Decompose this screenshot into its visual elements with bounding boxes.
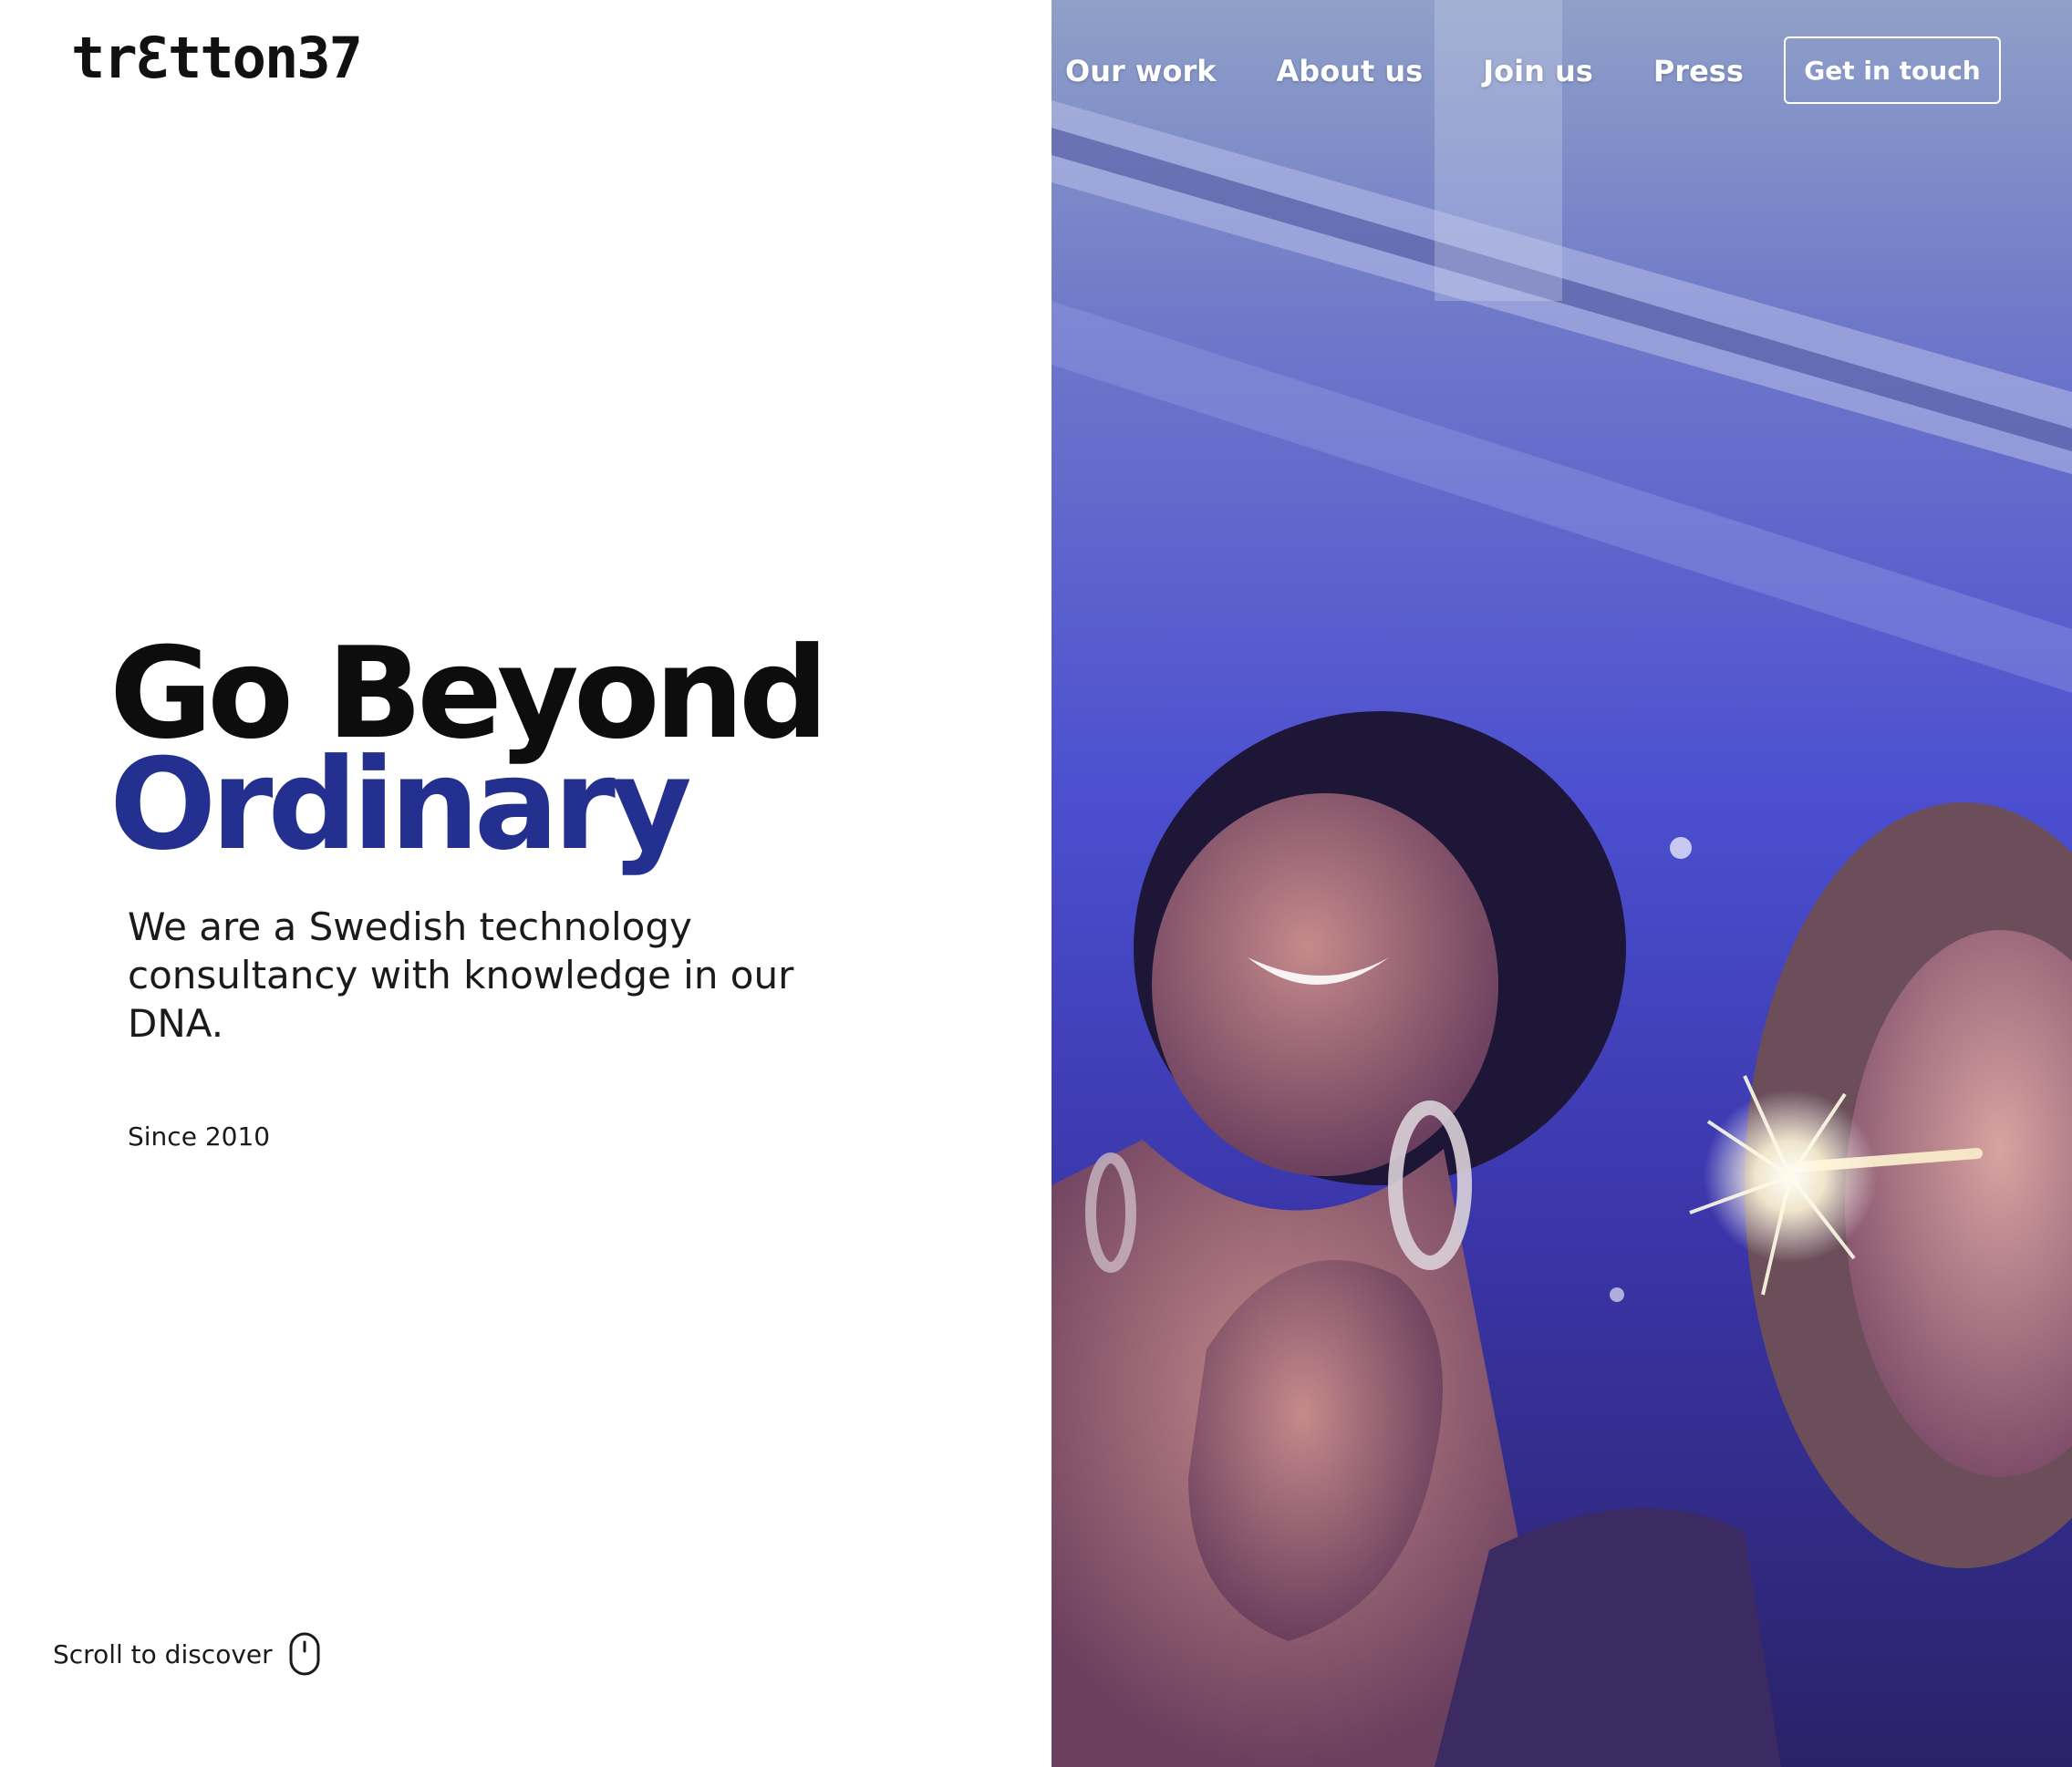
hero-title: Go Beyond Ordinary bbox=[109, 631, 829, 868]
mouse-icon bbox=[289, 1632, 320, 1676]
hero-photo bbox=[1052, 0, 2072, 1767]
main-nav: Our work About us Join us Press bbox=[1065, 36, 1804, 106]
since-label: Since 2010 bbox=[128, 1121, 271, 1152]
get-in-touch-button[interactable]: Get in touch bbox=[1784, 36, 2001, 104]
logo[interactable]: trƐtton37 bbox=[71, 26, 363, 91]
nav-link-join-us[interactable]: Join us bbox=[1483, 54, 1593, 88]
nav-link-press[interactable]: Press bbox=[1653, 54, 1744, 88]
hero-photo-panel bbox=[1052, 0, 2072, 1767]
hero-subtitle: We are a Swedish technology consultancy … bbox=[128, 904, 794, 1046]
hero-content-panel: trƐtton37 Go Beyond Ordinary We are a Sw… bbox=[0, 0, 1052, 1767]
scroll-to-discover[interactable]: Scroll to discover bbox=[53, 1632, 320, 1676]
nav-link-our-work[interactable]: Our work bbox=[1065, 54, 1217, 88]
page: trƐtton37 Go Beyond Ordinary We are a Sw… bbox=[0, 0, 2072, 1767]
nav-link-about-us[interactable]: About us bbox=[1277, 54, 1424, 88]
scroll-label: Scroll to discover bbox=[53, 1638, 273, 1669]
